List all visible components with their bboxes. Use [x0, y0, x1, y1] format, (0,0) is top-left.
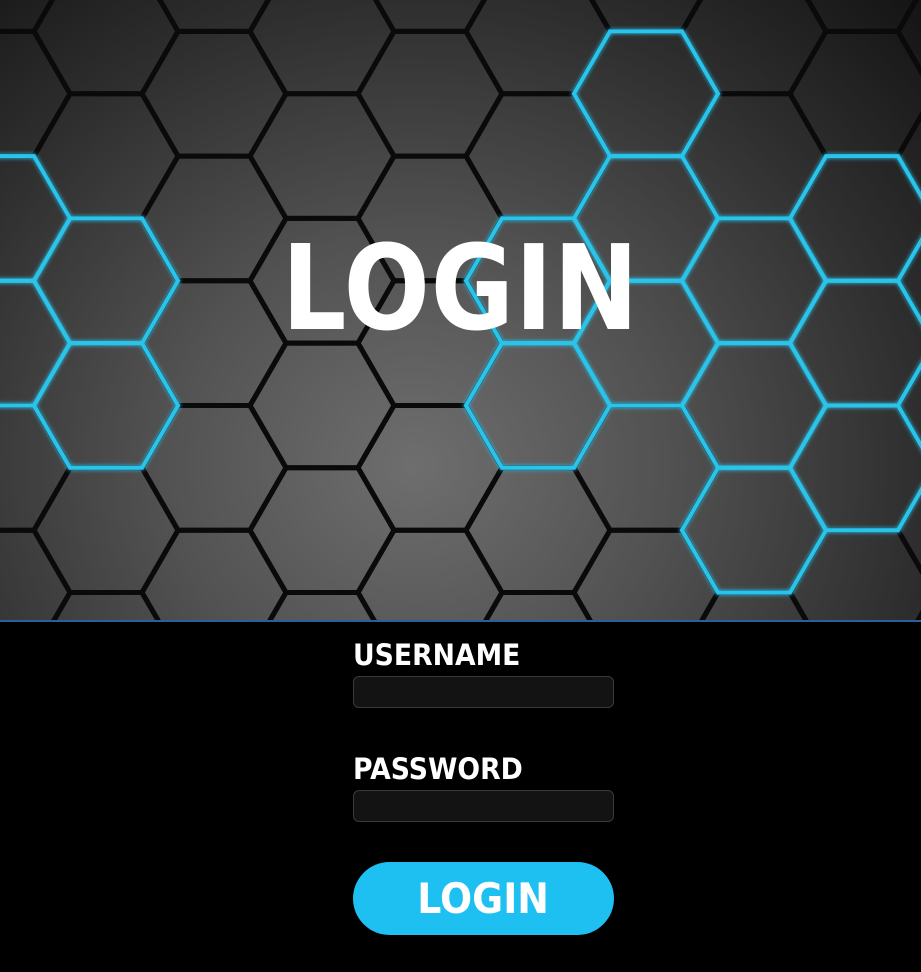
hexagon-cell: [139, 28, 289, 159]
hexagon-cell: [895, 111, 921, 201]
hexagon-cell: [31, 0, 181, 97]
hexagon-cell: [914, 610, 921, 621]
hexagon-cell: [31, 341, 181, 470]
hexagon-cell: [787, 527, 921, 621]
hexagon-cell: [247, 340, 397, 471]
hexagon-cell: [0, 154, 73, 283]
hexagon-cell: [679, 341, 829, 470]
hexagon-cell: [895, 0, 921, 77]
login-form: USERNAME PASSWORD LOGIN: [353, 636, 615, 935]
hexagon-cell: [247, 0, 397, 97]
hexagon-cell: [31, 91, 181, 221]
hexagon-cell: [139, 403, 289, 533]
login-button[interactable]: LOGIN: [353, 862, 614, 935]
hexagon-cell: [31, 465, 181, 595]
hexagon-cell: [0, 278, 73, 408]
hero-title: LOGIN: [281, 219, 640, 357]
hexagon-cell: [355, 28, 505, 159]
hexagon-cell: [895, 235, 921, 326]
username-label: USERNAME: [353, 638, 521, 672]
hexagon-cell: [679, 0, 829, 97]
hexagon-cell: [895, 360, 921, 451]
hexagon-cell: [571, 29, 721, 159]
hexagon-cell: [139, 527, 289, 621]
password-input[interactable]: [353, 790, 614, 822]
hexagon-cell: [0, 28, 73, 159]
hexagon-cell: [463, 0, 613, 97]
hexagon-cell: [679, 91, 829, 221]
hexagon-cell: [355, 403, 505, 533]
hexagon-cell: [247, 91, 397, 221]
hexagon-cell: [463, 341, 613, 470]
hexagon-cell: [571, 527, 721, 621]
hexagon-cell: [571, 403, 721, 533]
password-label: PASSWORD: [353, 752, 523, 786]
password-group: PASSWORD: [353, 750, 615, 822]
hexagon-cell: [895, 485, 921, 575]
hexagon-cell: [787, 28, 921, 159]
hero-banner: LOGIN: [0, 0, 921, 621]
divider-line: [0, 620, 921, 622]
hexagon-cell: [787, 403, 921, 533]
login-page: LOGIN USERNAME PASSWORD LOGIN: [0, 0, 921, 972]
hexagon-cell: [463, 91, 613, 221]
hexagon-cell: [355, 527, 505, 621]
username-input[interactable]: [353, 676, 614, 708]
hexagon-cell: [0, 403, 73, 533]
hexagon-cell: [679, 465, 829, 595]
login-button-label: LOGIN: [417, 874, 550, 923]
hexagon-cell: [247, 465, 397, 595]
hexagon-cell: [463, 465, 613, 595]
